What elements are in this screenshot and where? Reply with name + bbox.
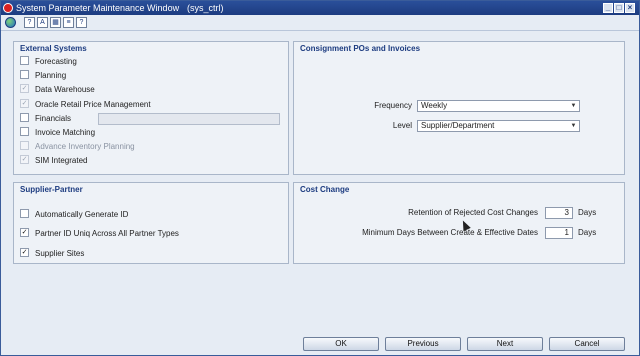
checkbox[interactable]	[20, 113, 29, 123]
retention-unit: Days	[578, 208, 597, 217]
doc-icon[interactable]: ≡	[63, 17, 74, 28]
calendar-icon[interactable]: ▦	[50, 17, 61, 28]
maximize-button[interactable]: □	[614, 3, 624, 13]
checkbox[interactable]: ✓	[20, 155, 29, 165]
supplier-partner-panel: Supplier-Partner Automatically Generate …	[13, 182, 289, 264]
retention-input[interactable]: 3	[545, 207, 573, 219]
close-button[interactable]: ×	[625, 3, 635, 13]
checkbox[interactable]	[20, 70, 29, 80]
frequency-label: Frequency	[374, 101, 412, 110]
consignment-panel: Consignment POs and Invoices Frequency W…	[293, 41, 625, 175]
retention-label: Retention of Rejected Cost Changes	[408, 208, 538, 217]
checkbox-advance-inventory-planning: Advance Inventory Planning	[20, 141, 135, 152]
minimize-button[interactable]: _	[603, 3, 613, 13]
financials-field	[98, 113, 280, 125]
chevron-down-icon: ▼	[570, 103, 577, 109]
chevron-down-icon: ▼	[570, 123, 577, 129]
checkbox[interactable]	[20, 56, 29, 66]
consignment-title: Consignment POs and Invoices	[300, 44, 421, 53]
cost-change-title: Cost Change	[300, 185, 350, 194]
min-days-unit: Days	[578, 228, 597, 237]
checkbox-auto-generate-id[interactable]: Automatically Generate ID	[20, 209, 128, 220]
checkbox[interactable]	[20, 209, 29, 219]
globe-icon[interactable]	[5, 17, 16, 28]
checkbox[interactable]: ✓	[20, 228, 29, 238]
checkbox-financials[interactable]: Financials	[20, 113, 71, 124]
ok-button[interactable]: OK	[303, 337, 379, 351]
help-icon[interactable]: ?	[24, 17, 35, 28]
checkbox-partner-id-uniq[interactable]: ✓ Partner ID Uniq Across All Partner Type…	[20, 228, 179, 239]
checkbox-invoice-matching[interactable]: Invoice Matching	[20, 127, 95, 138]
checkbox-forecasting[interactable]: Forecasting	[20, 56, 77, 67]
question-icon[interactable]: ?	[76, 17, 87, 28]
level-label: Level	[392, 121, 412, 130]
frequency-select[interactable]: Weekly ▼	[417, 100, 580, 112]
spell-icon[interactable]: A	[37, 17, 48, 28]
min-days-label: Minimum Days Between Create & Effective …	[362, 228, 538, 237]
checkbox-sim-integrated[interactable]: ✓ SIM Integrated	[20, 155, 87, 166]
checkbox[interactable]: ✓	[20, 99, 29, 109]
toolbar: ? A ▦ ≡ ?	[1, 15, 639, 31]
window-title: System Parameter Maintenance Window	[16, 3, 180, 13]
checkbox-oracle-retail-price-management[interactable]: ✓ Oracle Retail Price Management	[20, 99, 151, 110]
window-subtitle: (sys_ctrl)	[187, 3, 224, 13]
checkbox[interactable]: ✓	[20, 248, 29, 258]
checkbox	[20, 141, 29, 151]
supplier-partner-title: Supplier-Partner	[20, 185, 83, 194]
checkbox-planning[interactable]: Planning	[20, 70, 66, 81]
level-select[interactable]: Supplier/Department ▼	[417, 120, 580, 132]
oracle-app-icon	[3, 3, 13, 13]
next-button[interactable]: Next	[467, 337, 543, 351]
system-parameter-window: System Parameter Maintenance Window (sys…	[0, 0, 640, 356]
min-days-input[interactable]: 1	[545, 227, 573, 239]
checkbox[interactable]: ✓	[20, 84, 29, 94]
checkbox-data-warehouse[interactable]: ✓ Data Warehouse	[20, 84, 95, 95]
external-systems-title: External Systems	[20, 44, 87, 53]
previous-button[interactable]: Previous	[385, 337, 461, 351]
checkbox-supplier-sites[interactable]: ✓ Supplier Sites	[20, 248, 84, 259]
external-systems-panel: External Systems Forecasting Planning ✓ D…	[13, 41, 289, 175]
cancel-button[interactable]: Cancel	[549, 337, 625, 351]
title-bar: System Parameter Maintenance Window (sys…	[1, 1, 639, 15]
checkbox[interactable]	[20, 127, 29, 137]
